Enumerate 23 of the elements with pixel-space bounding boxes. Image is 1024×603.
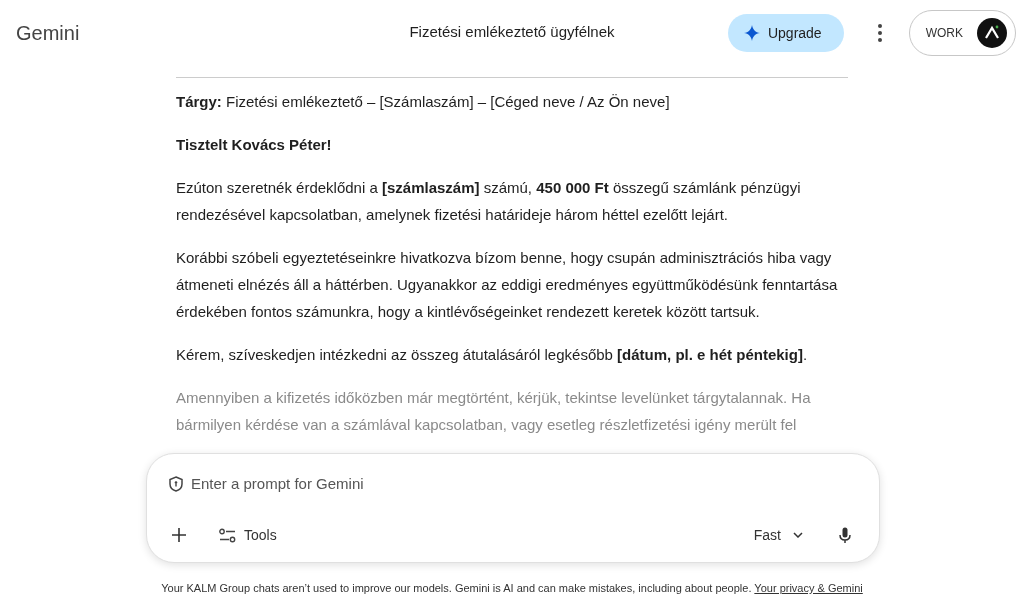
upgrade-button[interactable]: Upgrade	[727, 14, 844, 52]
chat-title: Fizetési emlékeztető ügyfélnek	[409, 23, 615, 40]
mode-dropdown[interactable]: Fast	[749, 523, 807, 547]
message-paragraph: Korábbi szóbeli egyeztetéseinkre hivatkozva bízom benne, hogy csupán adminisztrációs hiba vagy átmeneti elnézés áll a háttérben. Ugyanakkor az eddigi eredményes együttműködésünk fenntartása érdekében fontos számunkra, hogy a kintlévőségeinket rendezett keretek között tartsuk.	[176, 248, 839, 322]
message-paragraph: Tárgy: Fizetési emlékeztető – [Számlaszám] – [Céged neve / Az Ön neve]	[176, 92, 671, 112]
prompt-box[interactable]: Enter a prompt for Gemini Tools Fast	[146, 453, 880, 563]
microphone-icon[interactable]	[839, 526, 851, 544]
more-options-icon[interactable]	[877, 24, 882, 42]
avatar-icon	[977, 18, 1007, 48]
shield-icon	[169, 475, 183, 492]
message-paragraph: Amennyiben a kifizetés időközben már megtörtént, kérjük, tekintse levelünket tárgytalannak. Ha bármilyen kérdése van a számlával kapcsolatban, vagy esetleg részletfizetési igény merült fel	[176, 388, 812, 435]
chevron-down-icon	[793, 532, 803, 538]
app-name[interactable]: Gemini	[16, 21, 80, 45]
disclaimer-text: Your KALM Group chats aren’t used to improve our models. Gemini is AI and can make mistakes, including about people.	[161, 582, 752, 594]
tools-button[interactable]: Tools	[215, 523, 281, 547]
sliders-icon	[219, 527, 236, 543]
add-icon[interactable]	[171, 527, 187, 543]
greeting-text: Tisztelt Kovács Péter!	[176, 135, 333, 155]
message-paragraph: Kérem, szíveskedjen intézkedni az összeg átutalásáról legkésőbb [dátum, pl. e hét péntekig].	[176, 345, 809, 365]
privacy-link[interactable]: Your privacy & Gemini	[754, 582, 863, 594]
message-paragraph: Ezúton szeretnék érdeklődni a [számlaszám] számú, 450 000 Ft összegű számlánk pénzügyi rendezésével kapcsolatban, amelynek fizetési határideje három héttel ezelőtt lejárt.	[176, 178, 802, 225]
account-button[interactable]: WORK	[908, 10, 1016, 56]
sparkle-icon	[743, 25, 760, 41]
